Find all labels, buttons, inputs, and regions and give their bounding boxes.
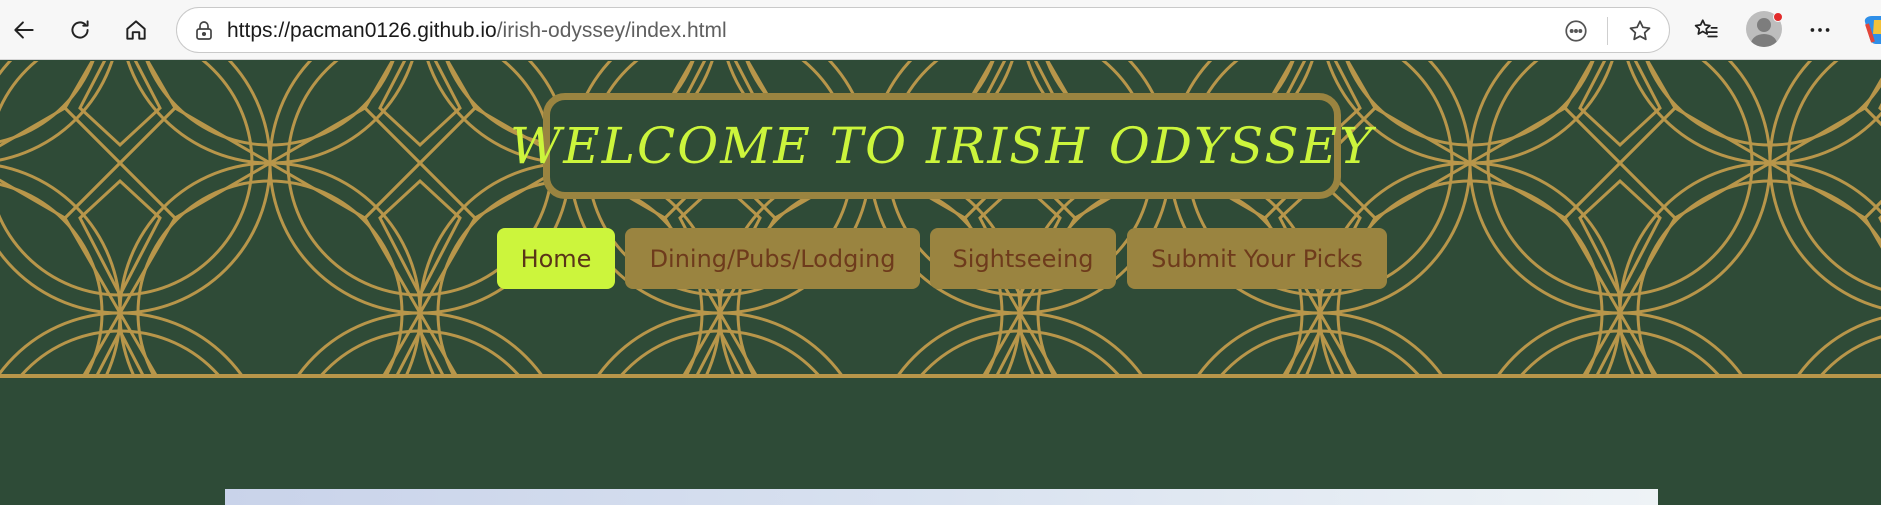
browser-toolbar: https://pacman0126.github.io/irish-odyss… — [0, 0, 1881, 60]
url-host: https://pacman0126.github.io — [227, 19, 497, 42]
nav-submit-your-picks[interactable]: Submit Your Picks — [1127, 228, 1387, 289]
site-header: WELCOME TO IRISH ODYSSEY Home Dining/Pub… — [0, 61, 1881, 378]
nav-home[interactable]: Home — [497, 228, 615, 289]
url-path: /irish-odyssey/index.html — [496, 19, 727, 42]
nav-sightseeing[interactable]: Sightseeing — [930, 228, 1116, 289]
site-info-icon[interactable] — [189, 16, 219, 46]
reader-mode-icon[interactable] — [1561, 16, 1591, 46]
nav-dining-pubs-lodging[interactable]: Dining/Pubs/Lodging — [625, 228, 920, 289]
copilot-icon[interactable] — [1864, 14, 1881, 46]
title-banner: WELCOME TO IRISH ODYSSEY — [510, 93, 1372, 199]
notification-dot — [1773, 12, 1783, 22]
address-bar[interactable]: https://pacman0126.github.io/irish-odyss… — [176, 7, 1670, 53]
more-icon[interactable] — [1800, 10, 1840, 50]
refresh-icon[interactable] — [60, 10, 100, 50]
back-arrow-icon[interactable] — [4, 10, 44, 50]
home-icon[interactable] — [116, 10, 156, 50]
hero-image — [225, 489, 1658, 505]
url-text[interactable]: https://pacman0126.github.io/irish-odyss… — [227, 19, 727, 43]
page-title: WELCOME TO IRISH ODYSSEY — [509, 117, 1375, 175]
star-icon[interactable] — [1625, 16, 1655, 46]
address-divider — [1607, 17, 1608, 45]
favorites-icon[interactable] — [1686, 10, 1726, 50]
